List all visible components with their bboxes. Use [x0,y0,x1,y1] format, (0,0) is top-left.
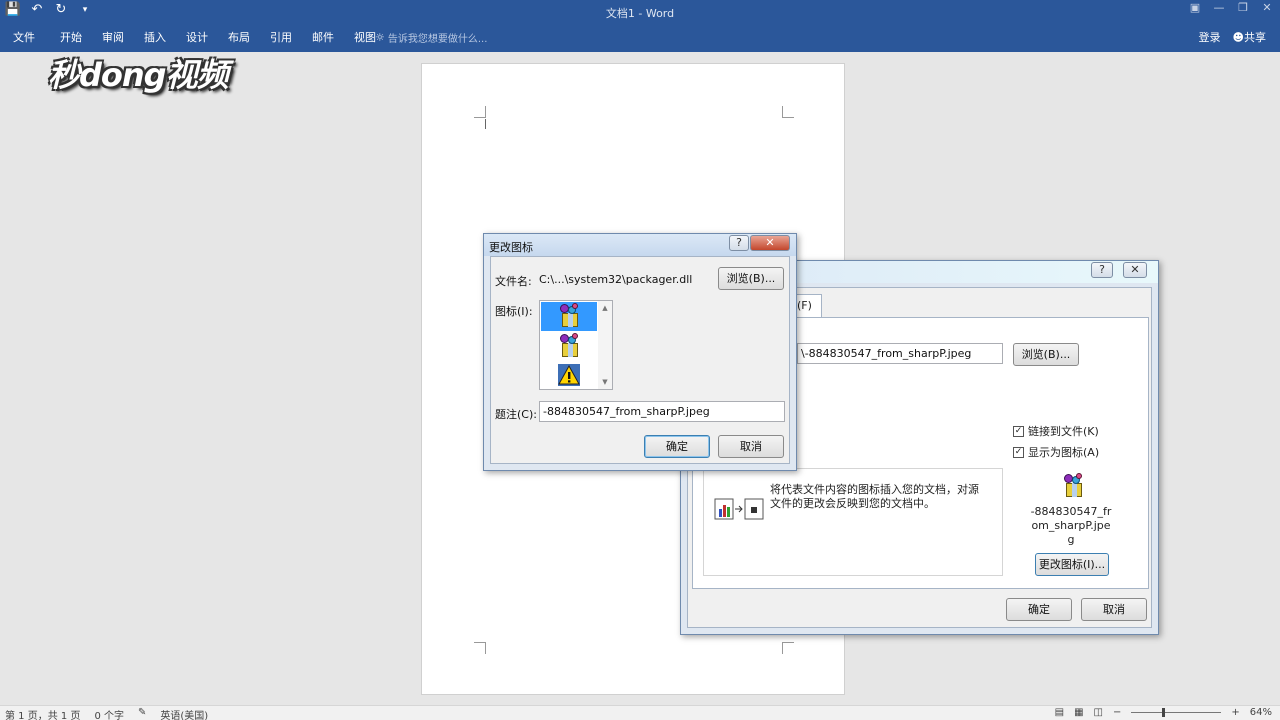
icon-list-label: 图标(I): [495,305,533,318]
minimize-icon[interactable]: — [1212,1,1226,14]
watermark-logo: 秒dong视频 [48,56,229,94]
change-icon-ok-button[interactable]: 确定 [644,435,710,458]
tell-me-placeholder: 告诉我您想要做什么... [387,34,488,45]
link-to-file-checkbox-row[interactable]: ✓ 链接到文件(K) [1013,423,1099,439]
icon-list-item[interactable] [541,332,597,361]
web-layout-icon[interactable]: ◫ [1094,707,1103,718]
help-button[interactable]: ? [1091,262,1113,278]
ribbon-options-icon[interactable]: ▣ [1188,1,1202,14]
status-left: 第 1 页，共 1 页 0 个字 ✎ 英语(美国) [5,707,208,720]
file-path-field[interactable]: \-884830547_from_sharpP.jpeg [797,343,1003,364]
object-ok-button[interactable]: 确定 [1006,598,1072,621]
object-dialog-close-button[interactable]: ✕ [1123,262,1147,278]
change-icon-button[interactable]: 更改图标(I)... [1035,553,1109,576]
icon-list[interactable]: ▲ ▼ [539,300,613,390]
close-icon[interactable]: ✕ [1260,1,1274,14]
tab-home[interactable]: 开始 [60,29,82,45]
caption-input[interactable]: -884830547_from_sharpP.jpeg [539,401,785,422]
tab-review[interactable]: 审阅 [102,29,124,45]
icon-list-item[interactable] [541,302,597,331]
tab-label: (F) [797,299,812,312]
status-bar: 第 1 页，共 1 页 0 个字 ✎ 英语(美国) ▤ ▦ ◫ − + 64% [0,705,1280,720]
change-icon-dialog-body: 文件名: C:\...\system32\packager.dll 浏览(B).… [490,256,790,464]
zoom-slider-thumb[interactable] [1162,708,1166,717]
restore-icon[interactable]: ❐ [1236,1,1250,14]
share-label: 共享 [1244,31,1266,44]
icon-list-item[interactable] [541,362,597,389]
word-count[interactable]: 0 个字 [94,707,124,720]
filename-value: C:\...\system32\packager.dll [539,273,693,286]
scroll-up-icon[interactable]: ▲ [598,304,612,312]
tab-design[interactable]: 设计 [186,29,208,45]
link-to-file-checkbox[interactable]: ✓ [1013,425,1024,437]
display-as-icon-checkbox-row[interactable]: ✓ 显示为图标(A) [1013,444,1099,460]
tab-layout[interactable]: 布局 [228,29,250,45]
display-as-icon-label: 显示为图标(A) [1028,446,1100,459]
help-icon[interactable]: ? [729,235,749,251]
warning-icon [558,364,580,386]
change-icon-dialog: 更改图标 ? ✕ 文件名: C:\...\system32\packager.d… [483,233,797,471]
share-button[interactable]: ☻共享 [1233,29,1266,45]
package-icon [556,333,582,359]
ribbon-tabs: 文件 开始 审阅 插入 设计 布局 引用 邮件 视图 [13,29,396,45]
crop-mark-top-right [782,106,794,118]
lightbulb-icon: ☼ [375,31,385,44]
zoom-in-icon[interactable]: + [1231,707,1239,718]
scroll-down-icon[interactable]: ▼ [598,378,612,386]
package-icon [1060,473,1086,499]
crop-mark-bottom-left [474,642,486,654]
change-icon-browse-button[interactable]: 浏览(B)... [718,267,784,290]
object-browse-button[interactable]: 浏览(B)... [1013,343,1079,366]
window-controls: ▣ — ❐ ✕ [1188,1,1274,14]
signin-link[interactable]: 登录 [1199,29,1221,45]
zoom-level[interactable]: 64% [1250,707,1272,718]
tell-me-box[interactable]: ☼ 告诉我您想要做什么... [375,30,487,45]
tab-view[interactable]: 视图 [354,29,376,45]
change-icon-dialog-caption: 更改图标 ? ✕ [484,234,796,256]
tab-file[interactable]: 文件 [13,29,35,45]
result-diagram-icon [714,497,766,521]
caption-label: 题注(C): [495,408,537,421]
language-indicator[interactable]: 英语(美国) [160,707,208,720]
crop-mark-top-left [474,106,486,118]
package-icon [556,303,582,329]
change-icon-cancel-button[interactable]: 取消 [718,435,784,458]
icon-caption-preview: -884830547_from_sharpP.jpeg [1030,505,1112,546]
link-to-file-label: 链接到文件(K) [1028,425,1099,438]
read-mode-icon[interactable]: ▤ [1055,707,1064,718]
print-layout-icon[interactable]: ▦ [1074,707,1083,718]
proofing-icon[interactable]: ✎ [138,707,146,720]
tab-insert[interactable]: 插入 [144,29,166,45]
tab-references[interactable]: 引用 [270,29,292,45]
text-cursor [485,119,486,129]
result-group: 将代表文件内容的图标插入您的文档，对源文件的更改会反映到您的文档中。 [703,468,1003,576]
dialog-title: 更改图标 [489,241,533,254]
account-area: 登录 ☻共享 [1199,29,1266,45]
window-title: 文档1 - Word [605,7,675,20]
zoom-out-icon[interactable]: − [1113,707,1121,718]
page-count[interactable]: 第 1 页，共 1 页 [5,707,80,720]
person-icon: ☻ [1232,31,1244,44]
crop-mark-bottom-right [782,642,794,654]
tab-mailings[interactable]: 邮件 [312,29,334,45]
zoom-slider[interactable] [1131,708,1222,717]
ribbon-tab-bar: 文件 开始 审阅 插入 设计 布局 引用 邮件 视图 ☼ 告诉我您想要做什么..… [0,24,1280,52]
display-as-icon-checkbox[interactable]: ✓ [1013,446,1024,458]
filename-label: 文件名: [495,275,532,288]
icon-list-scrollbar[interactable]: ▲ ▼ [598,301,612,389]
object-cancel-button[interactable]: 取消 [1081,598,1147,621]
title-bar: 💾 ↶ ↻ ▾ 文档1 - Word ▣ — ❐ ✕ [0,0,1280,24]
status-right: ▤ ▦ ◫ − + 64% [1055,707,1272,718]
result-description: 将代表文件内容的图标插入您的文档，对源文件的更改会反映到您的文档中。 [770,483,979,510]
close-icon[interactable]: ✕ [750,235,790,251]
